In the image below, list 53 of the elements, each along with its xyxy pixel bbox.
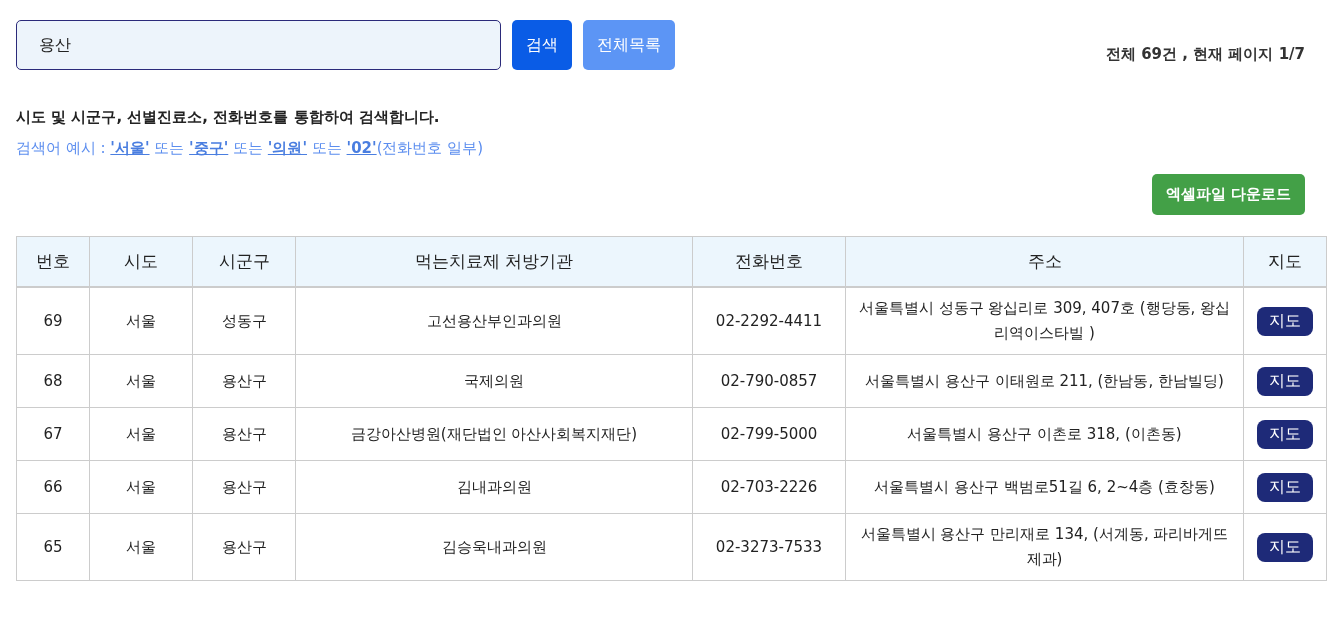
map-button[interactable]: 지도 bbox=[1257, 366, 1313, 396]
table-cell: 서울특별시 용산구 이촌로 318, (이촌동) bbox=[907, 424, 1182, 443]
table-cell: 66 bbox=[43, 477, 63, 496]
table-cell: 김내과의원 bbox=[456, 477, 532, 496]
table-cell: 서울특별시 용산구 이태원로 211, (한남동, 한남빌딩) bbox=[865, 371, 1224, 390]
search-example-text: 검색어 예시 : '서울' 또는 '중구' 또는 '의원' 또는 '02'(전화번호 일부) bbox=[16, 138, 485, 159]
table-cell: 서울 bbox=[126, 311, 156, 330]
table-cell: 02-799-5000 bbox=[720, 424, 818, 443]
table-cell: 65 bbox=[43, 537, 63, 556]
table-cell: 금강아산병원(재단법인 아산사회복지재단) bbox=[350, 424, 638, 443]
table-cell: 서울 bbox=[126, 477, 156, 496]
table-cell: 67 bbox=[43, 424, 63, 443]
table-cell: 용산구 bbox=[221, 371, 267, 390]
column-header: 먹는치료제 처방기관 bbox=[295, 236, 693, 287]
column-header: 지도 bbox=[1243, 236, 1327, 287]
table-cell: 서울 bbox=[126, 424, 156, 443]
example-link[interactable]: '02' bbox=[346, 139, 377, 157]
example-link[interactable]: '서울' bbox=[110, 139, 150, 157]
list-all-button[interactable]: 전체목록 bbox=[583, 20, 675, 70]
column-header: 번호 bbox=[16, 236, 90, 287]
search-description: 시도 및 시군구, 선별진료소, 전화번호를 통합하여 검색합니다. bbox=[16, 107, 441, 128]
example-link[interactable]: '중구' bbox=[189, 139, 229, 157]
table-cell: 서울특별시 용산구 만리재로 134, (서계동, 파리바게뜨 제과) bbox=[860, 525, 1229, 568]
table-cell: 02-3273-7533 bbox=[715, 537, 823, 556]
search-field[interactable]: 용산 bbox=[16, 20, 501, 70]
table-cell: 02-790-0857 bbox=[720, 371, 818, 390]
table-cell: 서울 bbox=[126, 537, 156, 556]
table-cell: 성동구 bbox=[221, 311, 267, 330]
table-cell: 국제의원 bbox=[464, 371, 524, 390]
table-cell: 용산구 bbox=[221, 477, 267, 496]
excel-download-button[interactable]: 엑셀파일 다운로드 bbox=[1151, 174, 1305, 215]
table-cell: 용산구 bbox=[221, 537, 267, 556]
table-cell: 서울 bbox=[126, 371, 156, 390]
column-header: 전화번호 bbox=[692, 236, 846, 287]
column-header: 시군구 bbox=[192, 236, 296, 287]
table-cell: 02-703-2226 bbox=[720, 477, 818, 496]
table-cell: 서울특별시 성동구 왕십리로 309, 407호 (행당동, 왕십리역이스타빌 ) bbox=[858, 299, 1231, 342]
map-button[interactable]: 지도 bbox=[1257, 472, 1313, 502]
table-cell: 69 bbox=[43, 311, 63, 330]
table-cell: 고선용산부인과의원 bbox=[426, 311, 562, 330]
table-cell: 서울특별시 용산구 백범로51길 6, 2~4층 (효창동) bbox=[874, 477, 1215, 496]
column-header: 주소 bbox=[845, 236, 1244, 287]
example-link[interactable]: '의원' bbox=[267, 139, 307, 157]
table-cell: 용산구 bbox=[221, 424, 267, 443]
table-cell: 68 bbox=[43, 371, 63, 390]
table-cell: 김승욱내과의원 bbox=[441, 537, 547, 556]
map-button[interactable]: 지도 bbox=[1257, 306, 1313, 336]
result-summary: 전체 69건 , 현재 페이지 1/7 bbox=[1105, 44, 1305, 64]
column-header: 시도 bbox=[89, 236, 193, 287]
search-button[interactable]: 검색 bbox=[512, 20, 572, 70]
map-button[interactable]: 지도 bbox=[1257, 532, 1313, 562]
table-cell: 02-2292-4411 bbox=[715, 311, 823, 330]
map-button[interactable]: 지도 bbox=[1257, 419, 1313, 449]
